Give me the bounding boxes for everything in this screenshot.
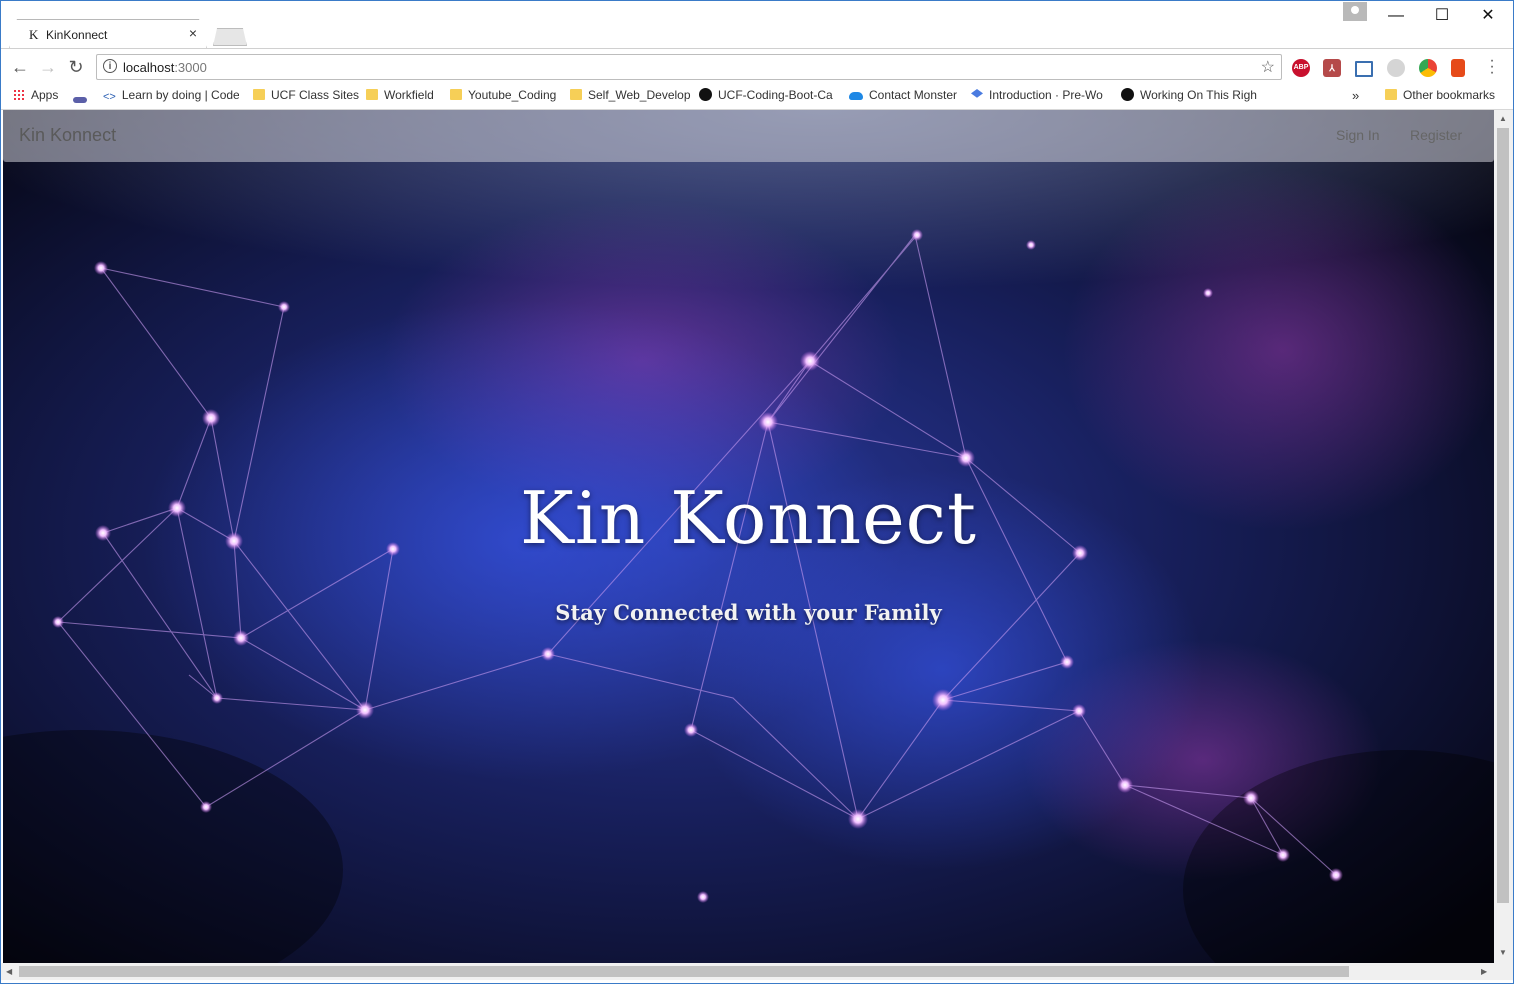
bookmark-star-icon[interactable]: ☆ bbox=[1261, 57, 1275, 77]
url-host: localhost bbox=[123, 60, 175, 75]
bookmark-label: UCF-Coding-Boot-Ca bbox=[718, 88, 833, 102]
office-icon[interactable] bbox=[1451, 59, 1465, 77]
tab-close-icon[interactable]: × bbox=[189, 25, 197, 41]
menu-icon[interactable]: · · · bbox=[1485, 53, 1499, 81]
code-icon: <> bbox=[103, 91, 116, 102]
bookmarks-overflow-button[interactable]: » bbox=[1352, 88, 1359, 103]
bookmark-label: UCF Class Sites bbox=[271, 88, 360, 102]
profile-icon[interactable] bbox=[1343, 2, 1367, 21]
url-port: :3000 bbox=[174, 60, 207, 75]
navbar-brand[interactable]: Kin Konnect bbox=[19, 125, 116, 146]
folder-icon bbox=[1385, 89, 1397, 100]
scroll-right-icon[interactable]: ▶ bbox=[1481, 967, 1487, 976]
bookmark-label: Learn by doing | Code bbox=[121, 88, 239, 102]
chrome-extension-icon[interactable] bbox=[1419, 59, 1437, 77]
acrobat-icon[interactable]: ⅄ bbox=[1323, 59, 1341, 77]
bookmarks-bar: Apps <> Learn by doing | Code UCF Class S… bbox=[1, 85, 1513, 110]
register-link[interactable]: Register bbox=[1410, 127, 1462, 143]
address-bar[interactable]: i localhost:3000 ☆ bbox=[96, 54, 1282, 80]
folder-icon bbox=[570, 89, 582, 100]
forward-icon[interactable]: → bbox=[37, 56, 59, 78]
adblock-icon[interactable]: ABP bbox=[1292, 59, 1310, 77]
bookmark-badge[interactable] bbox=[73, 91, 93, 105]
bookmark-workfield[interactable]: Workfield bbox=[366, 88, 434, 102]
sign-in-link[interactable]: Sign In bbox=[1336, 127, 1380, 143]
url-text: localhost:3000 bbox=[123, 60, 207, 75]
bookmark-introduction[interactable]: Introduction · Pre-Wo bbox=[971, 88, 1108, 102]
scroll-up-icon[interactable]: ▲ bbox=[1499, 114, 1507, 123]
vertical-scrollbar[interactable]: ▲ ▼ bbox=[1494, 110, 1513, 963]
vertical-scroll-thumb[interactable] bbox=[1497, 128, 1509, 903]
other-bookmarks[interactable]: Other bookmarks bbox=[1385, 88, 1495, 102]
browser-window: K KinKonnect × — ☐ ✕ ← → ↻ i localhost:3… bbox=[0, 0, 1514, 984]
bookmark-label: Introduction · Pre-Wo bbox=[989, 88, 1103, 102]
other-bookmarks-label: Other bookmarks bbox=[1403, 88, 1496, 102]
bookmark-apps[interactable]: Apps bbox=[13, 88, 58, 102]
site-navbar: Kin Konnect Sign In Register bbox=[3, 110, 1494, 162]
extension-gray-icon[interactable] bbox=[1387, 59, 1405, 77]
bookmark-working-on-this[interactable]: Working On This Righ bbox=[1121, 88, 1257, 102]
adblock-label: ABP bbox=[1293, 64, 1309, 71]
github-icon bbox=[699, 88, 712, 101]
bookmark-label: Self_Web_Develop bbox=[588, 88, 691, 102]
back-icon[interactable]: ← bbox=[9, 56, 31, 78]
tab-strip: K KinKonnect × — ☐ ✕ bbox=[1, 1, 1513, 49]
maximize-button[interactable]: ☐ bbox=[1427, 5, 1457, 27]
bookmark-contact-monster[interactable]: Contact Monster bbox=[849, 88, 957, 102]
apps-grid-icon bbox=[13, 89, 25, 101]
badge-icon bbox=[73, 97, 87, 103]
bookmark-label: Youtube_Coding bbox=[468, 88, 557, 102]
page-viewport: Kin Konnect Sign In Register Kin Konnect… bbox=[3, 110, 1494, 963]
github-icon bbox=[1121, 88, 1134, 101]
reload-icon[interactable]: ↻ bbox=[65, 56, 87, 78]
bookmark-label: Working On This Righ bbox=[1140, 88, 1257, 102]
bookmark-label: Workfield bbox=[384, 88, 434, 102]
bookmark-ucf-coding-boot-camp[interactable]: UCF-Coding-Boot-Ca bbox=[699, 88, 835, 102]
hero-title: Kin Konnect bbox=[520, 476, 977, 560]
horizontal-scrollbar[interactable]: ◀ ▶ bbox=[1, 963, 1513, 980]
tab-title: KinKonnect bbox=[46, 28, 108, 42]
favicon-icon: K bbox=[29, 27, 39, 42]
screen-capture-icon[interactable] bbox=[1355, 61, 1373, 77]
bookmark-label: Apps bbox=[31, 88, 59, 102]
new-tab-button[interactable] bbox=[213, 28, 247, 46]
bookmark-ucf-class-sites[interactable]: UCF Class Sites bbox=[253, 88, 359, 102]
bookmark-learn-by-doing[interactable]: <> Learn by doing | Code bbox=[103, 88, 239, 102]
folder-icon bbox=[253, 89, 265, 100]
horizontal-scroll-thumb[interactable] bbox=[19, 966, 1349, 977]
browser-toolbar: ← → ↻ i localhost:3000 ☆ ABP ⅄ · · · bbox=[1, 48, 1513, 86]
bookmark-self-web-develop[interactable]: Self_Web_Develop bbox=[570, 88, 691, 102]
minimize-button[interactable]: — bbox=[1381, 5, 1411, 27]
tab-kinkonnect[interactable]: K KinKonnect × bbox=[9, 19, 207, 49]
layers-icon bbox=[971, 89, 983, 98]
bookmark-youtube-coding[interactable]: Youtube_Coding bbox=[450, 88, 556, 102]
hero-subtitle: Stay Connected with your Family bbox=[555, 600, 942, 625]
cloud-icon bbox=[849, 92, 863, 100]
close-window-button[interactable]: ✕ bbox=[1473, 5, 1503, 27]
scroll-left-icon[interactable]: ◀ bbox=[6, 967, 12, 976]
info-icon[interactable]: i bbox=[103, 59, 117, 73]
folder-icon bbox=[366, 89, 378, 100]
folder-icon bbox=[450, 89, 462, 100]
scroll-down-icon[interactable]: ▼ bbox=[1499, 948, 1507, 957]
bookmark-label: Contact Monster bbox=[869, 88, 958, 102]
